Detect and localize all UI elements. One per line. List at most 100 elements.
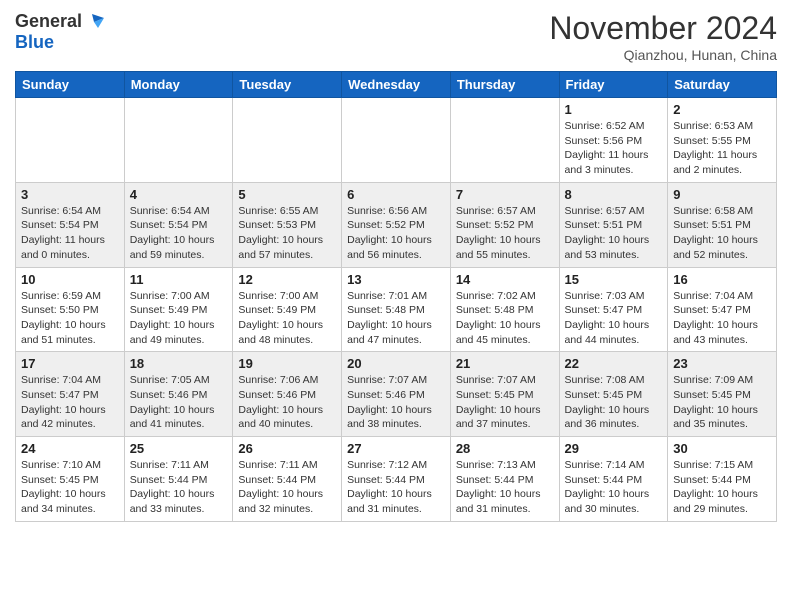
calendar-cell: [124, 98, 233, 183]
weekday-header-friday: Friday: [559, 72, 668, 98]
day-number: 23: [673, 356, 771, 371]
day-info: Sunrise: 6:58 AM Sunset: 5:51 PM Dayligh…: [673, 204, 771, 263]
month-title: November 2024: [549, 10, 777, 47]
day-number: 16: [673, 272, 771, 287]
calendar-cell: 25 Sunrise: 7:11 AM Sunset: 5:44 PM Dayli…: [124, 437, 233, 522]
day-info: Sunrise: 7:02 AM Sunset: 5:48 PM Dayligh…: [456, 289, 554, 348]
day-number: 20: [347, 356, 445, 371]
day-info: Sunrise: 7:08 AM Sunset: 5:45 PM Dayligh…: [565, 373, 663, 432]
day-info: Sunrise: 7:11 AM Sunset: 5:44 PM Dayligh…: [130, 458, 228, 517]
calendar-cell: 4Sunrise: 6:54 AM Sunset: 5:54 PM Daylig…: [124, 182, 233, 267]
day-number: 12: [238, 272, 336, 287]
calendar-cell: 22 Sunrise: 7:08 AM Sunset: 5:45 PM Dayli…: [559, 352, 668, 437]
calendar-cell: 7 Sunrise: 6:57 AM Sunset: 5:52 PM Daylig…: [450, 182, 559, 267]
day-number: 17: [21, 356, 119, 371]
calendar-cell: 14Sunrise: 7:02 AM Sunset: 5:48 PM Dayli…: [450, 267, 559, 352]
calendar-cell: 18Sunrise: 7:05 AM Sunset: 5:46 PM Dayli…: [124, 352, 233, 437]
calendar-week-row: 10 Sunrise: 6:59 AM Sunset: 5:50 PM Dayli…: [16, 267, 777, 352]
day-info: Sunrise: 7:01 AM Sunset: 5:48 PM Dayligh…: [347, 289, 445, 348]
day-number: 1: [565, 102, 663, 117]
weekday-header-thursday: Thursday: [450, 72, 559, 98]
day-number: 7: [456, 187, 554, 202]
weekday-header-monday: Monday: [124, 72, 233, 98]
day-info: Sunrise: 6:57 AM Sunset: 5:52 PM Dayligh…: [456, 204, 554, 263]
calendar-cell: 11 Sunrise: 7:00 AM Sunset: 5:49 PM Dayli…: [124, 267, 233, 352]
day-number: 5: [238, 187, 336, 202]
day-number: 2: [673, 102, 771, 117]
day-number: 11: [130, 272, 228, 287]
calendar-cell: 5 Sunrise: 6:55 AM Sunset: 5:53 PM Daylig…: [233, 182, 342, 267]
calendar-cell: 16 Sunrise: 7:04 AM Sunset: 5:47 PM Dayli…: [668, 267, 777, 352]
day-info: Sunrise: 7:14 AM Sunset: 5:44 PM Dayligh…: [565, 458, 663, 517]
day-info: Sunrise: 7:11 AM Sunset: 5:44 PM Dayligh…: [238, 458, 336, 517]
day-info: Sunrise: 7:13 AM Sunset: 5:44 PM Dayligh…: [456, 458, 554, 517]
weekday-header-wednesday: Wednesday: [342, 72, 451, 98]
calendar-cell: 9 Sunrise: 6:58 AM Sunset: 5:51 PM Daylig…: [668, 182, 777, 267]
day-info: Sunrise: 6:57 AM Sunset: 5:51 PM Dayligh…: [565, 204, 663, 263]
day-number: 9: [673, 187, 771, 202]
calendar-cell: 17 Sunrise: 7:04 AM Sunset: 5:47 PM Dayli…: [16, 352, 125, 437]
day-info: Sunrise: 6:54 AM Sunset: 5:54 PM Dayligh…: [21, 204, 119, 263]
calendar-cell: 8Sunrise: 6:57 AM Sunset: 5:51 PM Daylig…: [559, 182, 668, 267]
calendar-cell: 20 Sunrise: 7:07 AM Sunset: 5:46 PM Dayli…: [342, 352, 451, 437]
logo-general: General: [15, 11, 82, 32]
day-number: 27: [347, 441, 445, 456]
calendar-table: SundayMondayTuesdayWednesdayThursdayFrid…: [15, 71, 777, 522]
day-number: 24: [21, 441, 119, 456]
day-number: 21: [456, 356, 554, 371]
day-number: 18: [130, 356, 228, 371]
day-number: 22: [565, 356, 663, 371]
day-number: 10: [21, 272, 119, 287]
calendar-cell: [16, 98, 125, 183]
calendar-cell: 21 Sunrise: 7:07 AM Sunset: 5:45 PM Dayli…: [450, 352, 559, 437]
day-info: Sunrise: 7:04 AM Sunset: 5:47 PM Dayligh…: [673, 289, 771, 348]
day-info: Sunrise: 7:00 AM Sunset: 5:49 PM Dayligh…: [130, 289, 228, 348]
weekday-header-saturday: Saturday: [668, 72, 777, 98]
day-number: 6: [347, 187, 445, 202]
day-number: 19: [238, 356, 336, 371]
calendar-cell: 12Sunrise: 7:00 AM Sunset: 5:49 PM Dayli…: [233, 267, 342, 352]
calendar-cell: [450, 98, 559, 183]
calendar-cell: 15 Sunrise: 7:03 AM Sunset: 5:47 PM Dayli…: [559, 267, 668, 352]
day-number: 3: [21, 187, 119, 202]
day-info: Sunrise: 6:55 AM Sunset: 5:53 PM Dayligh…: [238, 204, 336, 263]
logo: General Blue: [15, 10, 106, 53]
calendar-header-row: SundayMondayTuesdayWednesdayThursdayFrid…: [16, 72, 777, 98]
calendar-cell: 1Sunrise: 6:52 AM Sunset: 5:56 PM Daylig…: [559, 98, 668, 183]
calendar-cell: 13Sunrise: 7:01 AM Sunset: 5:48 PM Dayli…: [342, 267, 451, 352]
calendar-cell: 19 Sunrise: 7:06 AM Sunset: 5:46 PM Dayli…: [233, 352, 342, 437]
weekday-header-sunday: Sunday: [16, 72, 125, 98]
calendar-cell: 26Sunrise: 7:11 AM Sunset: 5:44 PM Dayli…: [233, 437, 342, 522]
day-info: Sunrise: 6:54 AM Sunset: 5:54 PM Dayligh…: [130, 204, 228, 263]
calendar-cell: 23 Sunrise: 7:09 AM Sunset: 5:45 PM Dayli…: [668, 352, 777, 437]
calendar-week-row: 3 Sunrise: 6:54 AM Sunset: 5:54 PM Daylig…: [16, 182, 777, 267]
location: Qianzhou, Hunan, China: [549, 47, 777, 63]
page-header: General Blue November 2024 Qianzhou, Hun…: [15, 10, 777, 63]
calendar-week-row: 24Sunrise: 7:10 AM Sunset: 5:45 PM Dayli…: [16, 437, 777, 522]
day-info: Sunrise: 7:07 AM Sunset: 5:46 PM Dayligh…: [347, 373, 445, 432]
day-info: Sunrise: 7:07 AM Sunset: 5:45 PM Dayligh…: [456, 373, 554, 432]
calendar-cell: [233, 98, 342, 183]
calendar-cell: 27 Sunrise: 7:12 AM Sunset: 5:44 PM Dayli…: [342, 437, 451, 522]
day-info: Sunrise: 7:03 AM Sunset: 5:47 PM Dayligh…: [565, 289, 663, 348]
day-number: 15: [565, 272, 663, 287]
day-info: Sunrise: 7:12 AM Sunset: 5:44 PM Dayligh…: [347, 458, 445, 517]
day-info: Sunrise: 7:09 AM Sunset: 5:45 PM Dayligh…: [673, 373, 771, 432]
calendar-cell: [342, 98, 451, 183]
logo-bird-icon: [84, 10, 106, 32]
day-info: Sunrise: 6:56 AM Sunset: 5:52 PM Dayligh…: [347, 204, 445, 263]
calendar-cell: 10 Sunrise: 6:59 AM Sunset: 5:50 PM Dayli…: [16, 267, 125, 352]
day-info: Sunrise: 6:59 AM Sunset: 5:50 PM Dayligh…: [21, 289, 119, 348]
title-block: November 2024 Qianzhou, Hunan, China: [549, 10, 777, 63]
day-number: 28: [456, 441, 554, 456]
day-number: 30: [673, 441, 771, 456]
logo-blue: Blue: [15, 32, 54, 52]
calendar-cell: 28 Sunrise: 7:13 AM Sunset: 5:44 PM Dayli…: [450, 437, 559, 522]
day-number: 25: [130, 441, 228, 456]
calendar-cell: 6 Sunrise: 6:56 AM Sunset: 5:52 PM Daylig…: [342, 182, 451, 267]
day-info: Sunrise: 7:04 AM Sunset: 5:47 PM Dayligh…: [21, 373, 119, 432]
day-info: Sunrise: 7:06 AM Sunset: 5:46 PM Dayligh…: [238, 373, 336, 432]
calendar-cell: 29Sunrise: 7:14 AM Sunset: 5:44 PM Dayli…: [559, 437, 668, 522]
calendar-cell: 2Sunrise: 6:53 AM Sunset: 5:55 PM Daylig…: [668, 98, 777, 183]
calendar-cell: 30Sunrise: 7:15 AM Sunset: 5:44 PM Dayli…: [668, 437, 777, 522]
